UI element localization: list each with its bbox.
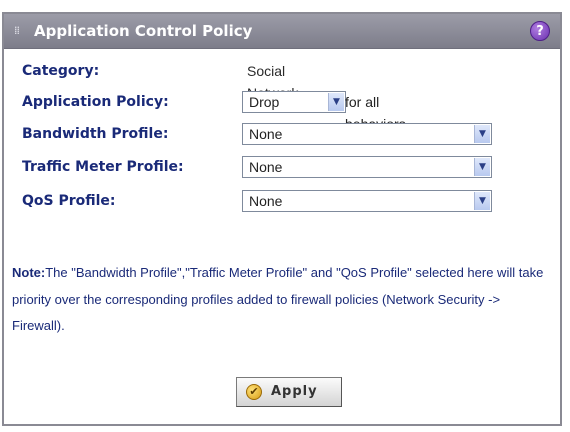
traffic-meter-profile-selected: None — [249, 159, 283, 175]
note-text: The "Bandwidth Profile","Traffic Meter P… — [12, 265, 544, 333]
application-policy-label: Application Policy: — [22, 94, 169, 110]
grip-icon: ⁞⁞ — [14, 24, 20, 37]
bandwidth-profile-select[interactable]: None ▼ — [242, 123, 492, 145]
apply-button[interactable]: ✔ Apply — [236, 377, 342, 407]
help-icon[interactable]: ? — [530, 21, 550, 41]
traffic-meter-profile-select[interactable]: None ▼ — [242, 156, 492, 178]
traffic-meter-profile-label: Traffic Meter Profile: — [22, 159, 184, 175]
note-prefix: Note: — [12, 265, 46, 280]
bandwidth-profile-selected: None — [249, 126, 283, 142]
application-control-policy-panel: ⁞⁞ Application Control Policy ? Category… — [2, 12, 562, 426]
priority-note: Note:The "Bandwidth Profile","Traffic Me… — [12, 260, 552, 340]
application-policy-selected: Drop — [249, 94, 280, 110]
chevron-down-icon[interactable]: ▼ — [474, 192, 490, 210]
qos-profile-selected: None — [249, 193, 283, 209]
bandwidth-profile-label: Bandwidth Profile: — [22, 126, 169, 142]
panel-titlebar: ⁞⁞ Application Control Policy ? — [4, 14, 560, 49]
chevron-down-icon[interactable]: ▼ — [328, 93, 344, 111]
application-policy-select[interactable]: Drop ▼ — [242, 91, 346, 113]
qos-profile-select[interactable]: None ▼ — [242, 190, 492, 212]
category-label: Category: — [22, 63, 100, 79]
check-circle-icon: ✔ — [246, 384, 262, 400]
chevron-down-icon[interactable]: ▼ — [474, 158, 490, 176]
apply-button-label: Apply — [271, 384, 318, 399]
panel-title: Application Control Policy — [34, 22, 253, 40]
qos-profile-label: QoS Profile: — [22, 193, 116, 209]
chevron-down-icon[interactable]: ▼ — [474, 125, 490, 143]
